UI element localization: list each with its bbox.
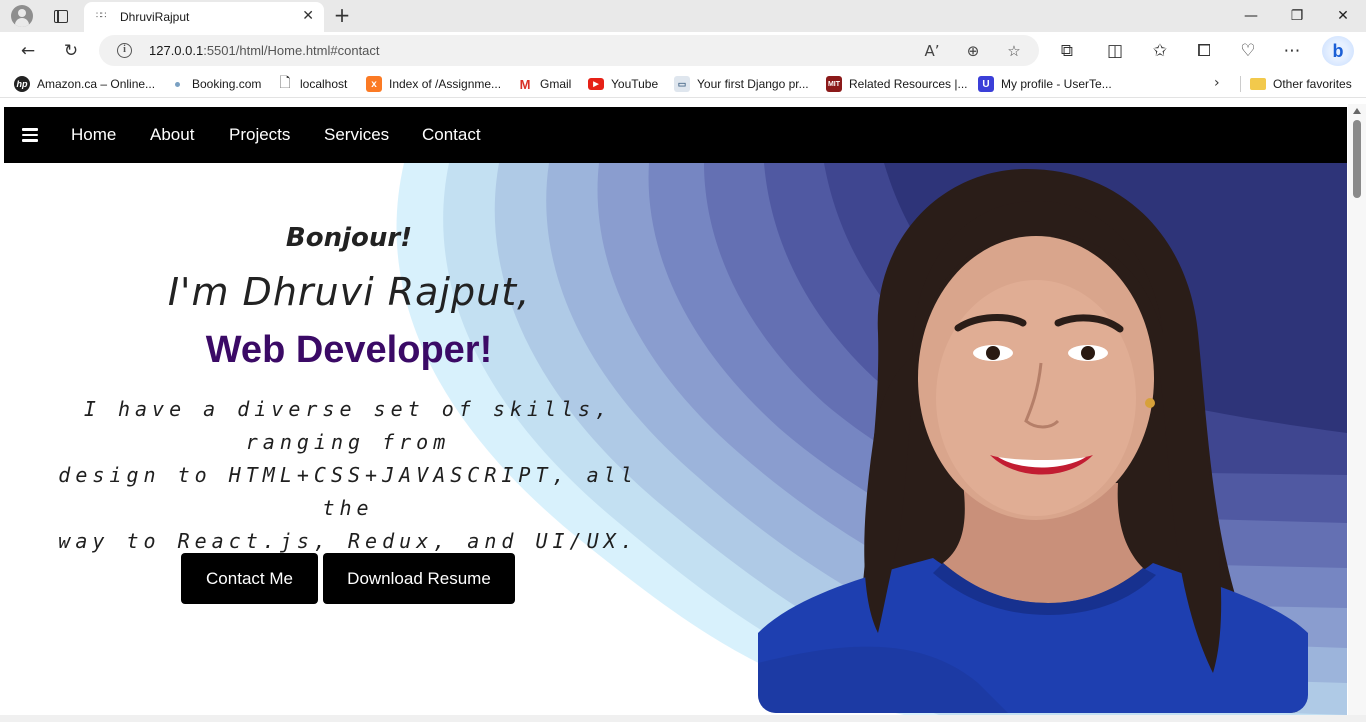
profile-button[interactable] (8, 4, 36, 28)
page-viewport: Home About Projects Services Contact Bon… (4, 107, 1347, 715)
url-host: 127.0.0.1 (149, 43, 204, 58)
browser-toolbar: ← ↻ i 127.0.0.1:5501/html/Home.html#cont… (0, 32, 1366, 70)
profile-icon (11, 5, 33, 27)
scroll-thumb[interactable] (1353, 120, 1361, 198)
book-icon: ▭ (674, 76, 690, 92)
browser-tab-active[interactable]: ∷∷ DhruviRajput ✕ (84, 2, 324, 32)
tab-favicon-icon: ∷∷ (96, 11, 106, 21)
bookmark-label: localhost (300, 77, 348, 91)
bookmark-label: Related Resources |... (849, 77, 968, 91)
mit-icon: MIT (826, 76, 842, 92)
bookmark-label: Index of /Assignme... (389, 77, 502, 91)
bookmark-label: Booking.com (192, 77, 262, 91)
contact-me-button[interactable]: Contact Me (181, 553, 318, 604)
bookmark-item[interactable]: U My profile - UserTe... (978, 76, 1112, 92)
bio-line: design to HTML+CSS+JAVASCRIPT, all the (58, 463, 638, 520)
xampp-icon: x (366, 76, 382, 92)
site-info-icon[interactable]: i (117, 43, 132, 58)
tab-actions-icon (54, 9, 68, 23)
bookmark-label: Your first Django pr... (697, 77, 809, 91)
bookmark-item[interactable]: ▶ YouTube (588, 76, 658, 92)
hero-greeting: Bonjour! (285, 223, 413, 253)
url-path: :5501/html/Home.html#contact (203, 43, 380, 58)
other-favorites-label: Other favorites (1273, 77, 1352, 91)
other-favorites[interactable]: Other favorites (1250, 76, 1352, 92)
site-navbar: Home About Projects Services Contact (4, 107, 1347, 163)
tab-actions-button[interactable] (48, 4, 74, 28)
bookmarks-bar: hp Amazon.ca – Online... Booking.com 🗋 l… (0, 70, 1366, 98)
nav-link-about[interactable]: About (150, 125, 194, 145)
bookmark-item[interactable]: Booking.com (169, 76, 261, 92)
back-arrow-icon[interactable]: ← (15, 39, 41, 63)
more-menu-icon[interactable]: ⋯ (1279, 39, 1305, 63)
extensions-icon[interactable]: ⧉ (1054, 39, 1080, 63)
hero-intro: I'm Dhruvi Rajput, (167, 270, 531, 314)
bookmark-item[interactable]: x Index of /Assignme... (366, 76, 501, 92)
new-tab-button[interactable]: + (331, 4, 353, 26)
bookmark-label: Gmail (540, 77, 572, 91)
nav-link-home[interactable]: Home (71, 125, 116, 145)
usertesting-icon: U (978, 76, 994, 92)
browser-titlebar: ∷∷ DhruviRajput ✕ + — ❐ ✕ (0, 0, 1366, 32)
read-aloud-icon[interactable]: Aʼ (921, 40, 943, 62)
browser-essentials-icon[interactable]: ♡ (1235, 39, 1261, 63)
address-bar[interactable]: i 127.0.0.1:5501/html/Home.html#contact … (99, 35, 1039, 66)
hamburger-menu-icon[interactable] (22, 128, 38, 142)
bookmark-item[interactable]: 🗋 localhost (277, 75, 348, 92)
hero-role: Web Developer! (205, 329, 493, 371)
profile-photo (758, 163, 1308, 713)
bookmark-item[interactable]: hp Amazon.ca – Online... (14, 76, 155, 92)
tab-title: DhruviRajput (120, 10, 190, 24)
booking-icon (169, 76, 185, 92)
bookmark-item[interactable]: ▭ Your first Django pr... (674, 76, 809, 92)
bio-line: I have a diverse set of skills, ranging … (83, 397, 613, 454)
page-scrollbar[interactable] (1348, 104, 1366, 715)
hp-icon: hp (14, 76, 30, 92)
folder-icon (1250, 78, 1266, 90)
bookmark-label: YouTube (611, 77, 659, 91)
gmail-icon: M (519, 76, 531, 92)
bookmark-item[interactable]: MIT Related Resources |... (826, 76, 968, 92)
split-screen-icon[interactable]: ◫ (1102, 39, 1128, 63)
bing-copilot-icon[interactable]: b (1322, 36, 1354, 66)
nav-link-contact[interactable]: Contact (422, 125, 481, 145)
refresh-icon[interactable]: ↻ (58, 39, 84, 63)
bookmarks-overflow-chevron-icon[interactable]: › (1214, 75, 1220, 91)
window-bottom-edge (0, 715, 1366, 722)
tab-close-icon[interactable]: ✕ (302, 8, 314, 24)
zoom-icon[interactable]: ⊕ (962, 40, 984, 62)
restore-button[interactable]: ❐ (1274, 0, 1320, 32)
bookmarks-divider (1240, 76, 1241, 92)
youtube-icon: ▶ (588, 78, 604, 90)
nav-link-services[interactable]: Services (324, 125, 389, 145)
bookmark-label: Amazon.ca – Online... (37, 77, 156, 91)
bookmark-item[interactable]: M Gmail (517, 76, 572, 92)
minimize-button[interactable]: — (1228, 0, 1274, 32)
nav-link-projects[interactable]: Projects (229, 125, 290, 145)
collections-icon[interactable]: ⧠ (1191, 39, 1217, 63)
favorites-icon[interactable]: ✩ (1147, 39, 1173, 63)
page-icon: 🗋 (279, 75, 291, 91)
bookmark-label: My profile - UserTe... (1001, 77, 1112, 91)
download-resume-button[interactable]: Download Resume (323, 553, 515, 604)
scroll-up-arrow-icon[interactable] (1353, 108, 1361, 114)
url-text[interactable]: 127.0.0.1:5501/html/Home.html#contact (149, 43, 380, 58)
close-window-button[interactable]: ✕ (1320, 0, 1366, 32)
hero-bio: I have a diverse set of skills, ranging … (28, 393, 668, 558)
favorite-star-icon[interactable]: ☆ (1003, 40, 1025, 62)
